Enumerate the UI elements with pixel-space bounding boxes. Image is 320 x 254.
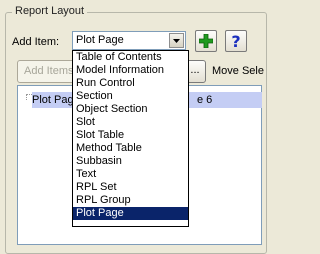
combobox-arrow-button[interactable] — [169, 33, 184, 48]
dropdown-item-text[interactable]: Text — [73, 168, 188, 181]
dropdown-item-model-information[interactable]: Model Information — [73, 64, 188, 77]
chevron-down-icon — [173, 38, 180, 43]
dropdown-item-object-section[interactable]: Object Section — [73, 103, 188, 116]
add-item-dropdown-list[interactable]: Table of Contents Model Information Run … — [72, 50, 189, 227]
report-layout-title: Report Layout — [12, 5, 88, 17]
add-item-combobox-value: Plot Page — [76, 34, 124, 46]
help-button[interactable]: ? — [225, 30, 247, 52]
dropdown-item-plot-page[interactable]: Plot Page — [73, 207, 188, 220]
add-item-combobox[interactable]: Plot Page — [72, 31, 186, 50]
question-mark-icon: ? — [231, 31, 241, 51]
tree-row-suffix: e 6 — [197, 94, 213, 106]
dropdown-item-run-control[interactable]: Run Control — [73, 77, 188, 90]
dropdown-item-rpl-group[interactable]: RPL Group — [73, 194, 188, 207]
dropdown-item-rpl-set[interactable]: RPL Set — [73, 181, 188, 194]
plus-icon — [199, 34, 213, 48]
dropdown-item-section[interactable]: Section — [73, 90, 188, 103]
add-button[interactable] — [195, 30, 217, 52]
move-selected-label: Move Sele — [212, 65, 264, 77]
dropdown-item-subbasin[interactable]: Subbasin — [73, 155, 188, 168]
add-item-label: Add Item: — [12, 36, 60, 48]
dropdown-item-method-table[interactable]: Method Table — [73, 142, 188, 155]
dropdown-item-slot-table[interactable]: Slot Table — [73, 129, 188, 142]
dropdown-item-slot[interactable]: Slot — [73, 116, 188, 129]
dropdown-item-table-of-contents[interactable]: Table of Contents — [73, 51, 188, 64]
tree-row-label: Plot Pag — [32, 94, 74, 106]
add-items-button[interactable]: Add Items — [17, 60, 77, 83]
